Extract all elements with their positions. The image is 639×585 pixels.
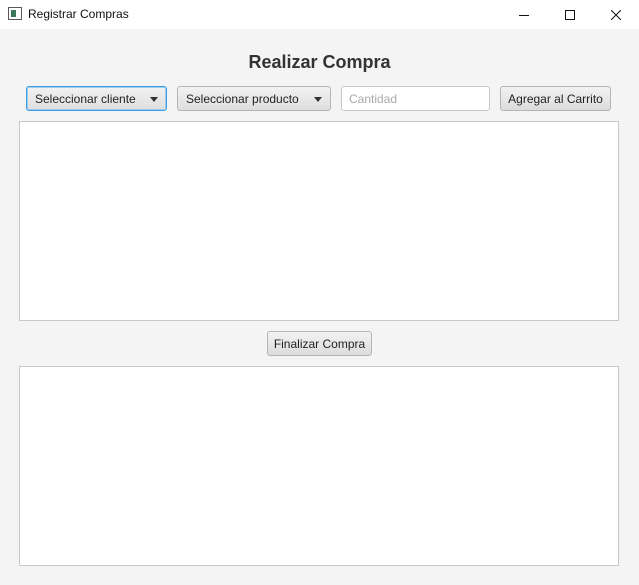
quantity-input[interactable] bbox=[341, 86, 490, 111]
window-title: Registrar Compras bbox=[28, 7, 129, 21]
finish-purchase-button[interactable]: Finalizar Compra bbox=[267, 331, 372, 356]
close-button[interactable] bbox=[593, 0, 639, 29]
app-window: Registrar Compras Realizar Compra Selecc… bbox=[0, 0, 639, 585]
chevron-down-icon bbox=[150, 97, 158, 102]
chevron-down-icon bbox=[314, 97, 322, 102]
minimize-button[interactable] bbox=[501, 0, 547, 29]
maximize-button[interactable] bbox=[547, 0, 593, 29]
cart-list[interactable] bbox=[19, 121, 619, 321]
client-select-value: Seleccionar cliente bbox=[35, 91, 136, 106]
client-select[interactable]: Seleccionar cliente bbox=[26, 86, 167, 111]
app-icon bbox=[8, 7, 22, 20]
close-icon bbox=[611, 9, 621, 20]
product-select-value: Seleccionar producto bbox=[186, 91, 299, 106]
title-bar[interactable]: Registrar Compras bbox=[0, 0, 639, 29]
add-to-cart-button[interactable]: Agregar al Carrito bbox=[500, 86, 611, 111]
product-select[interactable]: Seleccionar producto bbox=[177, 86, 331, 111]
maximize-icon bbox=[565, 9, 575, 20]
purchase-summary-list[interactable] bbox=[19, 366, 619, 566]
page-title: Realizar Compra bbox=[248, 52, 391, 72]
minimize-icon bbox=[519, 14, 529, 16]
